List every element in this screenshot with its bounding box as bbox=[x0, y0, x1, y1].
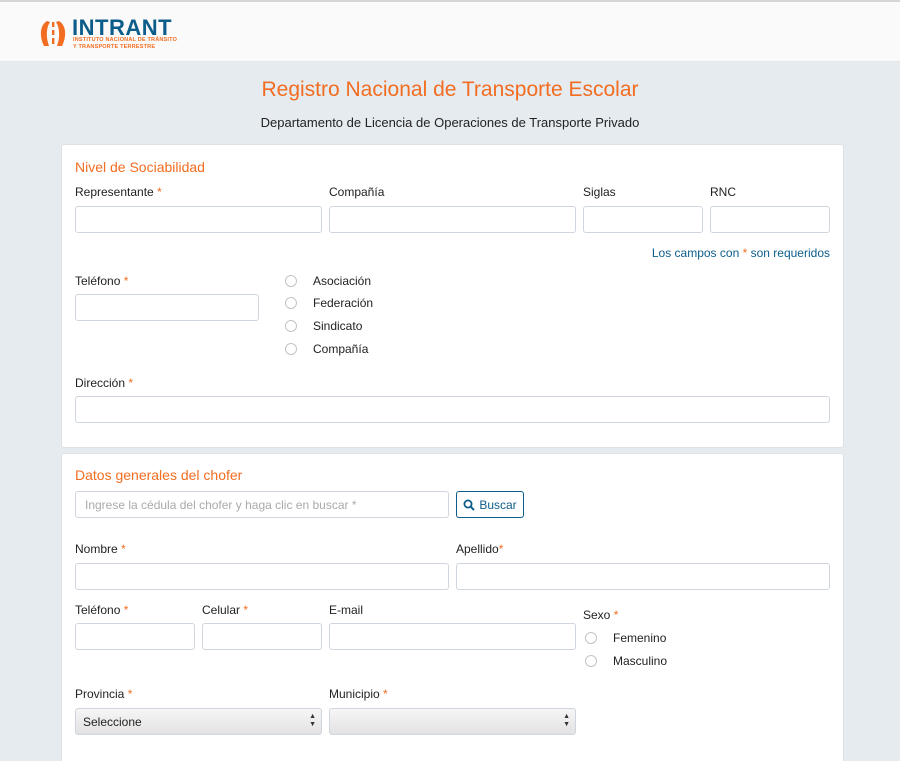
radio-label-masculino: Masculino bbox=[613, 654, 668, 668]
buscar-label: Buscar bbox=[479, 497, 517, 512]
direccion-input[interactable] bbox=[75, 396, 830, 423]
provincia-select-value: Seleccione bbox=[83, 715, 142, 729]
siglas-label: Siglas bbox=[583, 185, 616, 199]
celular-label: Celular * bbox=[202, 603, 249, 617]
cedula-placeholder: Ingrese la cédula del chofer y haga clic… bbox=[85, 498, 357, 512]
sexo-label: Sexo * bbox=[583, 608, 619, 622]
telefono-label: Teléfono * bbox=[75, 274, 129, 288]
nombre-input[interactable] bbox=[75, 563, 449, 590]
intrant-logo[interactable]: INTRANT INSTITUTO NACIONAL DE TRÁNSITO Y… bbox=[38, 15, 188, 52]
municipio-label: Municipio * bbox=[329, 687, 388, 701]
siglas-input[interactable] bbox=[583, 206, 703, 233]
celular-input[interactable] bbox=[202, 623, 322, 650]
radio-asociacion[interactable] bbox=[285, 275, 297, 287]
municipio-select[interactable]: ▲ ▼ bbox=[329, 708, 576, 735]
radio-label-sindicato: Sindicato bbox=[313, 319, 363, 333]
cedula-search-input[interactable]: Ingrese la cédula del chofer y haga clic… bbox=[75, 491, 449, 518]
search-icon bbox=[463, 499, 476, 511]
required-fields-note: Los campos con * son requeridos bbox=[651, 246, 830, 260]
logo-emblem-icon bbox=[40, 21, 66, 46]
radio-label-federacion: Federación bbox=[313, 296, 374, 310]
compania-input[interactable] bbox=[329, 206, 576, 233]
direccion-label: Dirección * bbox=[75, 376, 134, 390]
radio-federacion[interactable] bbox=[285, 297, 297, 309]
apellido-input[interactable] bbox=[456, 563, 830, 590]
buscar-button[interactable]: Buscar bbox=[456, 491, 524, 518]
page-title: Registro Nacional de Transporte Escolar bbox=[261, 78, 639, 101]
email-label: E-mail bbox=[329, 603, 364, 617]
radio-masculino[interactable] bbox=[585, 655, 597, 667]
radio-label-compania: Compañía bbox=[313, 342, 369, 356]
chofer-telefono-input[interactable] bbox=[75, 623, 195, 650]
radio-label-femenino: Femenino bbox=[613, 631, 667, 645]
apellido-label: Apellido* bbox=[456, 542, 504, 556]
radio-femenino[interactable] bbox=[585, 632, 597, 644]
rnc-input[interactable] bbox=[710, 206, 830, 233]
representante-input[interactable] bbox=[75, 206, 322, 233]
provincia-label: Provincia * bbox=[75, 687, 133, 701]
telefono-input[interactable] bbox=[75, 294, 259, 321]
radio-label-asociacion: Asociación bbox=[313, 274, 372, 288]
rnc-label: RNC bbox=[710, 185, 736, 199]
chofer-telefono-label: Teléfono * bbox=[75, 603, 129, 617]
site-header: INTRANT INSTITUTO NACIONAL DE TRÁNSITO Y… bbox=[0, 0, 900, 62]
representante-label: Representante * bbox=[75, 185, 162, 199]
email-input[interactable] bbox=[329, 623, 576, 650]
logo-subtitle-1: INSTITUTO NACIONAL DE TRÁNSITO bbox=[73, 37, 178, 43]
select-arrows-icon: ▲ ▼ bbox=[309, 713, 316, 728]
logo-subtitle-2: Y TRANSPORTE TERRESTRE bbox=[73, 44, 156, 50]
page-subtitle: Departamento de Licencia de Operaciones … bbox=[260, 115, 640, 130]
radio-sindicato[interactable] bbox=[285, 320, 297, 332]
section-sociabilidad-title: Nivel de Sociabilidad bbox=[75, 159, 205, 175]
nombre-label: Nombre * bbox=[75, 542, 126, 556]
compania-label: Compañía bbox=[329, 185, 385, 199]
provincia-select[interactable]: Seleccione ▲ ▼ bbox=[75, 708, 322, 735]
radio-compania[interactable] bbox=[285, 343, 297, 355]
select-arrows-icon: ▲ ▼ bbox=[563, 713, 570, 728]
section-chofer-title: Datos generales del chofer bbox=[75, 467, 243, 483]
